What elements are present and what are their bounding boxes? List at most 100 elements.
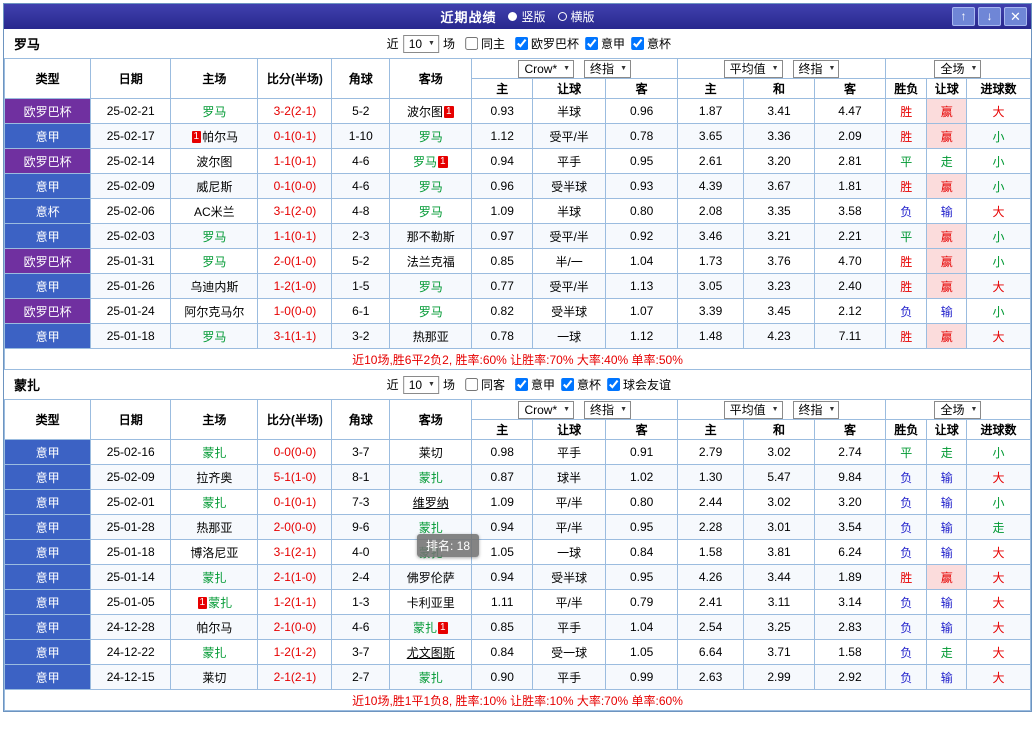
avg-stage-select[interactable]: 终指 ▼: [792, 400, 840, 419]
team-link[interactable]: 蒙扎: [419, 521, 443, 535]
team-link[interactable]: 帕尔马: [196, 621, 232, 635]
away-team-cell[interactable]: 法兰克福: [389, 248, 473, 274]
league-checkbox[interactable]: [515, 377, 529, 391]
home-team-cell[interactable]: 阿尔克马尔: [170, 298, 259, 324]
team-link[interactable]: 阿尔克马尔: [184, 305, 244, 319]
league-filter[interactable]: 意杯: [631, 35, 671, 52]
home-team-cell[interactable]: 蒙扎: [170, 489, 259, 515]
home-team-cell[interactable]: 博洛尼亚: [170, 539, 259, 565]
team-link[interactable]: 蒙扎: [202, 446, 226, 460]
team-link[interactable]: 罗马: [419, 205, 443, 219]
home-team-cell[interactable]: 蒙扎: [170, 639, 259, 665]
home-team-cell[interactable]: AC米兰: [170, 198, 259, 224]
away-team-cell[interactable]: 罗马: [389, 273, 473, 299]
league-filter[interactable]: 意甲: [515, 376, 555, 393]
team-link[interactable]: 维罗纳: [413, 496, 449, 510]
away-team-cell[interactable]: 那不勒斯: [389, 223, 473, 249]
bookmaker-select[interactable]: Crow* ▼: [518, 59, 575, 78]
team-link[interactable]: 罗马: [202, 230, 226, 244]
view-option-horizontal[interactable]: 横版: [557, 8, 595, 25]
team-link[interactable]: 热那亚: [413, 330, 449, 344]
home-team-cell[interactable]: 罗马: [170, 323, 259, 349]
fulltime-select[interactable]: 全场 ▼: [934, 400, 982, 419]
home-team-cell[interactable]: 罗马: [170, 223, 259, 249]
team-link[interactable]: 热那亚: [196, 521, 232, 535]
home-team-cell[interactable]: 1 帕尔马: [170, 123, 259, 149]
team-link[interactable]: 蒙扎: [202, 496, 226, 510]
recent-count-select[interactable]: 10 ▼: [402, 375, 439, 394]
team-link[interactable]: 罗马: [419, 180, 443, 194]
team-link[interactable]: 罗马: [202, 330, 226, 344]
odds-stage-select[interactable]: 终指 ▼: [584, 400, 631, 419]
view-option-vertical[interactable]: 竖版: [508, 8, 546, 25]
away-team-cell[interactable]: 蒙扎: [389, 464, 473, 490]
home-team-cell[interactable]: 罗马: [170, 248, 259, 274]
away-team-cell[interactable]: 罗马: [389, 123, 473, 149]
fulltime-select[interactable]: 全场 ▼: [934, 59, 982, 78]
team-link[interactable]: 蒙扎: [419, 471, 443, 485]
team-link[interactable]: 博洛尼亚: [190, 546, 238, 560]
team-link[interactable]: 卡利亚里: [407, 596, 455, 610]
away-team-cell[interactable]: 罗马: [389, 198, 473, 224]
avg-stage-select[interactable]: 终指 ▼: [792, 59, 840, 78]
league-checkbox[interactable]: [561, 377, 575, 391]
team-link[interactable]: 佛罗伦萨: [407, 571, 455, 585]
team-link[interactable]: 蒙扎: [202, 646, 226, 660]
team-link[interactable]: 莱切: [202, 671, 226, 685]
away-team-cell[interactable]: 卡利亚里: [389, 589, 473, 615]
league-checkbox[interactable]: [607, 377, 621, 391]
away-team-cell[interactable]: 维罗纳: [389, 489, 473, 515]
move-up-button[interactable]: ↑: [952, 7, 975, 26]
away-team-cell[interactable]: 罗马 1: [389, 148, 473, 174]
same-venue-checkbox[interactable]: 同主: [465, 35, 505, 52]
team-link[interactable]: 罗马: [419, 305, 443, 319]
team-link[interactable]: AC米兰: [194, 205, 235, 219]
same-venue-input[interactable]: [465, 378, 479, 391]
league-filter[interactable]: 意甲: [585, 35, 625, 52]
team-link[interactable]: 罗马: [202, 255, 226, 269]
away-team-cell[interactable]: 蒙扎 1: [389, 614, 473, 640]
home-team-cell[interactable]: 蒙扎: [170, 564, 259, 590]
away-team-cell[interactable]: 佛罗伦萨: [389, 564, 473, 590]
league-checkbox[interactable]: [585, 36, 599, 50]
home-team-cell[interactable]: 乌迪内斯: [170, 273, 259, 299]
away-team-cell[interactable]: 尤文图斯: [389, 639, 473, 665]
average-select[interactable]: 平均值 ▼: [723, 59, 783, 78]
recent-count-select[interactable]: 10 ▼: [402, 34, 439, 53]
league-filter[interactable]: 球会友谊: [607, 376, 671, 393]
team-link[interactable]: 尤文图斯: [407, 646, 455, 660]
home-team-cell[interactable]: 蒙扎: [170, 439, 259, 465]
team-link[interactable]: 波尔图: [407, 105, 443, 119]
close-button[interactable]: ✕: [1004, 7, 1027, 26]
same-venue-input[interactable]: [465, 37, 479, 50]
home-team-cell[interactable]: 拉齐奥: [170, 464, 259, 490]
home-team-cell[interactable]: 威尼斯: [170, 173, 259, 199]
move-down-button[interactable]: ↓: [978, 7, 1001, 26]
away-team-cell[interactable]: 蒙扎: [389, 664, 473, 690]
team-link[interactable]: 拉齐奥: [196, 471, 232, 485]
odds-stage-select[interactable]: 终指 ▼: [584, 59, 631, 78]
team-link[interactable]: 波尔图: [196, 155, 232, 169]
team-link[interactable]: 蒙扎: [202, 571, 226, 585]
away-team-cell[interactable]: 热那亚: [389, 323, 473, 349]
home-team-cell[interactable]: 1 蒙扎: [170, 589, 259, 615]
home-team-cell[interactable]: 莱切: [170, 664, 259, 690]
team-link[interactable]: 蒙扎: [208, 596, 232, 610]
same-venue-checkbox[interactable]: 同客: [465, 376, 505, 393]
home-team-cell[interactable]: 帕尔马: [170, 614, 259, 640]
team-link[interactable]: 莱切: [419, 446, 443, 460]
away-team-cell[interactable]: 罗马: [389, 298, 473, 324]
team-link[interactable]: 那不勒斯: [407, 230, 455, 244]
league-filter[interactable]: 欧罗巴杯: [515, 35, 579, 52]
team-link[interactable]: 罗马: [413, 155, 437, 169]
team-link[interactable]: 帕尔马: [202, 130, 238, 144]
league-checkbox[interactable]: [515, 36, 529, 50]
team-link[interactable]: 罗马: [419, 280, 443, 294]
team-link[interactable]: 罗马: [419, 130, 443, 144]
team-link[interactable]: 威尼斯: [196, 180, 232, 194]
team-link[interactable]: 罗马: [202, 105, 226, 119]
home-team-cell[interactable]: 波尔图: [170, 148, 259, 174]
team-link[interactable]: 蒙扎: [419, 671, 443, 685]
league-checkbox[interactable]: [631, 36, 645, 50]
average-select[interactable]: 平均值 ▼: [723, 400, 783, 419]
